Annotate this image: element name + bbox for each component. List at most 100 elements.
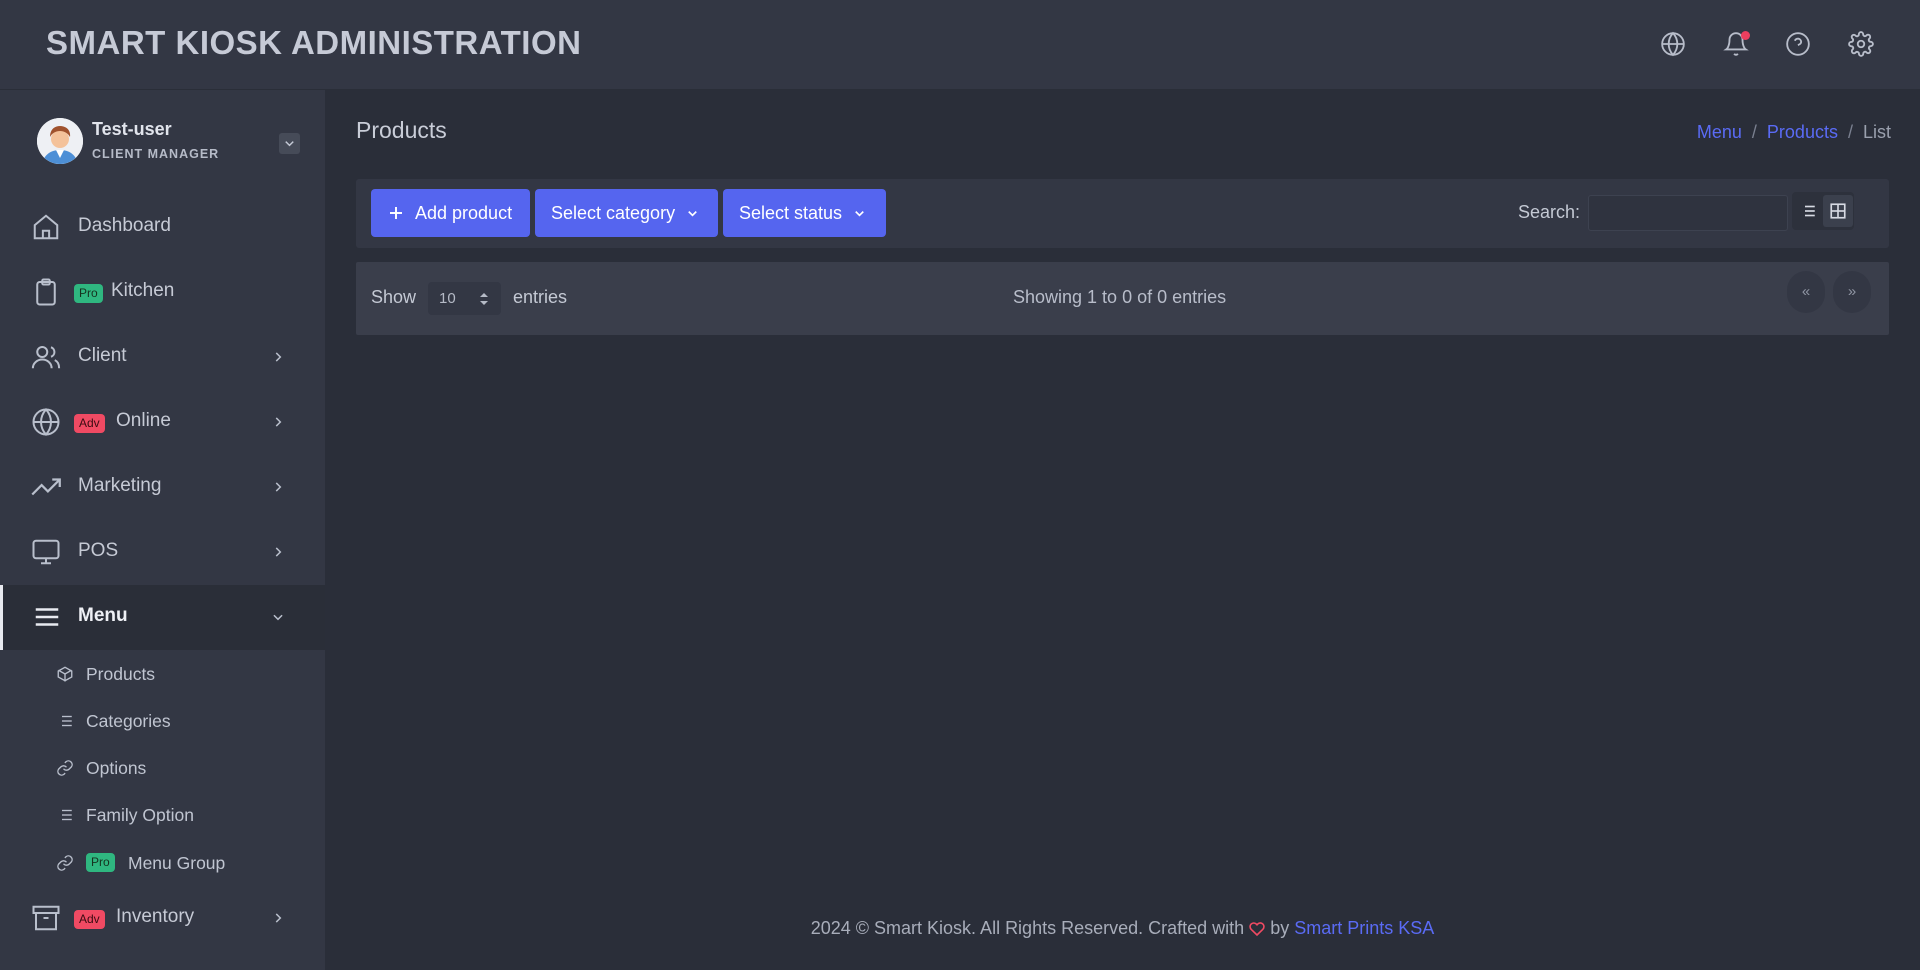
chevron-down-icon <box>285 141 294 147</box>
footer-copyright: 2024 © Smart Kiosk. All Rights Reserved.… <box>810 918 1245 938</box>
sidebar-item-inventory[interactable]: Adv Inventory <box>0 886 325 951</box>
list-view-button[interactable] <box>1793 195 1823 227</box>
notifications-button[interactable] <box>1723 31 1751 59</box>
sidebar-subitem-categories[interactable]: Categories <box>0 698 325 742</box>
grid-view-button[interactable] <box>1823 195 1853 227</box>
chevron-right-icon <box>275 417 282 427</box>
globe-icon <box>32 408 60 436</box>
breadcrumb: Menu / Products / List <box>1697 122 1891 143</box>
add-product-button[interactable]: Add product <box>371 189 530 237</box>
search-label: Search: <box>1518 202 1581 222</box>
sidebar-item-label: Kitchen <box>111 280 175 301</box>
sidebar-subitem-family-option[interactable]: Family Option <box>0 792 325 836</box>
sidebar-subitem-label: Products <box>86 664 156 684</box>
chevron-right-icon <box>275 913 282 923</box>
add-product-label: Add product <box>415 202 513 223</box>
previous-page-button[interactable]: « <box>1787 271 1825 313</box>
user-name: Test-user <box>92 119 172 139</box>
sidebar-item-dashboard[interactable]: Dashboard <box>0 195 325 260</box>
products-toolbar: Add product Select category Select statu… <box>356 179 1889 248</box>
footer-company-link[interactable]: Smart Prints KSA <box>1294 918 1434 938</box>
select-status-dropdown[interactable]: Select status <box>723 189 886 237</box>
globe-icon <box>1661 31 1685 57</box>
breadcrumb-current: List <box>1862 122 1891 142</box>
app-title: SMART KIOSK ADMINISTRATION <box>46 24 582 61</box>
sidebar-item-label: Online <box>116 410 171 431</box>
sort-arrows-icon <box>480 293 488 305</box>
sidebar-item-online[interactable]: Adv Online <box>0 390 325 455</box>
trending-up-icon <box>31 478 61 496</box>
language-button[interactable] <box>1660 31 1688 59</box>
sidebar-item-client[interactable]: Client <box>0 325 325 390</box>
link-icon <box>57 855 73 871</box>
sidebar-item-kitchen[interactable]: Pro Kitchen <box>0 260 325 325</box>
settings-button[interactable] <box>1848 31 1876 59</box>
select-status-label: Select status <box>739 202 843 223</box>
sidebar-subitem-options[interactable]: Options <box>0 745 325 789</box>
sidebar-item-label: Dashboard <box>78 215 171 236</box>
avatar <box>37 118 83 164</box>
entries-value: 10 <box>439 290 456 307</box>
sidebar-subitem-label: Menu Group <box>128 853 226 873</box>
chevron-down-icon <box>688 210 697 217</box>
footer-by: by <box>1270 918 1290 938</box>
page-title: Products <box>356 117 447 143</box>
globe-icon[interactable] <box>274 31 302 59</box>
breadcrumb-separator: / <box>1751 122 1757 142</box>
sidebar-subitem-label: Family Option <box>86 805 194 825</box>
list-icon <box>1801 205 1815 217</box>
heart-icon <box>1249 921 1265 937</box>
select-category-label: Select category <box>551 202 676 223</box>
archive-icon <box>32 905 60 931</box>
breadcrumb-products[interactable]: Products <box>1767 122 1838 143</box>
sidebar-subitem-menu-group[interactable]: Pro Menu Group <box>0 840 325 884</box>
sidebar-item-pos[interactable]: POS <box>0 520 325 585</box>
footer: 2024 © Smart Kiosk. All Rights Reserved.… <box>325 918 1920 939</box>
pro-badge: Pro <box>74 284 103 303</box>
monitor-icon <box>32 539 60 565</box>
clipboard-icon <box>36 278 56 306</box>
notification-dot <box>1741 31 1750 40</box>
box-icon <box>57 666 73 682</box>
list-icon <box>58 809 72 821</box>
list-icon <box>58 715 72 727</box>
help-icon <box>1786 32 1810 56</box>
sidebar-item-label: Menu <box>78 605 128 626</box>
breadcrumb-separator: / <box>1847 122 1853 142</box>
show-label: Show <box>371 287 417 307</box>
plus-icon <box>390 207 402 219</box>
link-icon <box>57 760 73 776</box>
chevron-down-icon <box>273 614 283 621</box>
user-menu-toggle[interactable] <box>279 133 300 154</box>
sidebar-item-label: Marketing <box>78 475 162 496</box>
sidebar-subitem-products[interactable]: Products <box>0 651 325 695</box>
adv-badge: Adv <box>74 414 105 433</box>
sidebar-subitem-label: Categories <box>86 711 171 731</box>
sidebar-item-label: Inventory <box>116 906 195 927</box>
search-input[interactable] <box>1588 195 1788 231</box>
pro-badge: Pro <box>86 853 115 872</box>
table-controls: Show 10 entries Showing 1 to 0 of 0 entr… <box>356 262 1889 335</box>
sidebar-item-label: Client <box>78 345 127 366</box>
entries-label: entries <box>513 287 568 307</box>
menu-icon <box>35 608 59 626</box>
chevron-right-icon <box>275 547 282 557</box>
grid-icon <box>1830 203 1846 219</box>
help-button[interactable] <box>1785 31 1813 59</box>
top-bar: SMART KIOSK ADMINISTRATION <box>0 0 1920 90</box>
sidebar-subitem-label: Options <box>86 758 147 778</box>
next-page-button[interactable]: » <box>1833 271 1871 313</box>
breadcrumb-menu[interactable]: Menu <box>1697 122 1742 143</box>
select-category-dropdown[interactable]: Select category <box>535 189 718 237</box>
sidebar-item-menu[interactable]: Menu <box>0 585 325 650</box>
user-role: CLIENT MANAGER <box>92 147 220 161</box>
user-profile: Test-user CLIENT MANAGER <box>0 90 325 190</box>
sidebar-item-marketing[interactable]: Marketing <box>0 455 325 520</box>
home-icon <box>33 214 59 240</box>
chevron-right-icon <box>275 482 282 492</box>
chevron-down-icon <box>855 210 864 217</box>
users-icon <box>31 346 61 369</box>
chevron-right-icon <box>275 352 282 362</box>
entries-per-page-select[interactable]: 10 <box>428 282 501 315</box>
sidebar-item-label: POS <box>78 540 119 561</box>
